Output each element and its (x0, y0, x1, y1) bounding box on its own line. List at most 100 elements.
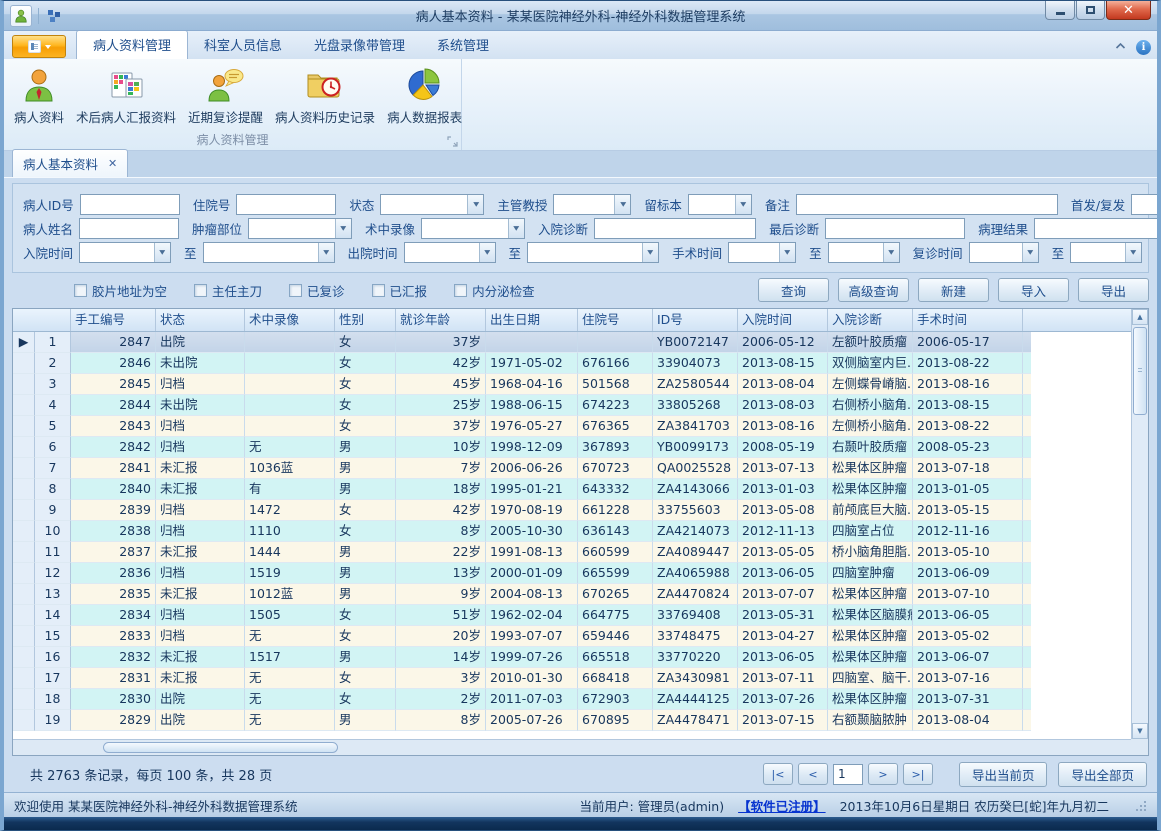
license-registered-link[interactable]: 【软件已注册】 (738, 796, 826, 815)
column-header-住院号[interactable]: 住院号 (578, 309, 653, 331)
table-row[interactable]: 162832未汇报1517男14岁1999-07-266655183377022… (13, 647, 1131, 668)
table-row[interactable]: 152833归档无女20岁1993-07-0765944633748475201… (13, 626, 1131, 647)
scroll-up-icon[interactable]: ▲ (1132, 309, 1148, 325)
dropdown-arrow-icon[interactable] (1125, 243, 1141, 262)
first-page-button[interactable]: |< (763, 763, 793, 785)
dropdown-arrow-icon[interactable] (154, 243, 170, 262)
dropdown-arrow-icon[interactable] (508, 219, 524, 238)
table-row[interactable]: 22846未出院女42岁1971-05-02676166339040732013… (13, 353, 1131, 374)
scroll-down-icon[interactable]: ▼ (1132, 723, 1148, 739)
action-button-查询[interactable]: 查询 (758, 278, 829, 302)
dropdown-arrow-icon[interactable] (1022, 243, 1038, 262)
combo-box[interactable] (248, 218, 352, 239)
combo-box[interactable] (421, 218, 525, 239)
horizontal-scrollbar[interactable] (13, 739, 1131, 755)
checkbox-主任主刀[interactable]: 主任主刀 (194, 281, 262, 300)
resize-grip[interactable] (1133, 798, 1147, 812)
column-header-性别[interactable]: 性别 (335, 309, 396, 331)
text-input[interactable] (80, 194, 180, 215)
dropdown-arrow-icon[interactable] (479, 243, 495, 262)
combo-box[interactable] (203, 242, 335, 263)
checkbox[interactable] (194, 284, 207, 297)
column-header-出生日期[interactable]: 出生日期 (486, 309, 578, 331)
page-number-input[interactable] (833, 764, 863, 785)
last-page-button[interactable]: >| (903, 763, 933, 785)
dropdown-arrow-icon[interactable] (883, 243, 899, 262)
text-input[interactable] (79, 218, 179, 239)
column-header-就诊年龄[interactable]: 就诊年龄 (396, 309, 486, 331)
vertical-scroll-thumb[interactable] (1133, 327, 1147, 415)
table-row[interactable]: 172831未汇报无女3岁2010-01-30668418ZA343098120… (13, 668, 1131, 689)
dropdown-arrow-icon[interactable] (614, 195, 630, 214)
action-button-新建[interactable]: 新建 (918, 278, 989, 302)
table-row[interactable]: 92839归档1472女42岁1970-08-19661228337556032… (13, 500, 1131, 521)
text-input[interactable] (236, 194, 336, 215)
ribbon-tab-系统管理[interactable]: 系统管理 (421, 31, 505, 59)
table-row[interactable]: 142834归档1505女51岁1962-02-0466477533769408… (13, 605, 1131, 626)
table-row[interactable]: 62842归档无男10岁1998-12-09367893YB0099173200… (13, 437, 1131, 458)
table-row[interactable]: 32845归档女45岁1968-04-16501568ZA25805442013… (13, 374, 1131, 395)
combo-box[interactable] (527, 242, 659, 263)
combo-box[interactable] (1070, 242, 1142, 263)
export-all-pages-button[interactable]: 导出全部页 (1058, 762, 1147, 787)
combo-box[interactable] (1131, 194, 1157, 215)
checkbox[interactable] (372, 284, 385, 297)
text-input[interactable] (796, 194, 1058, 215)
ribbon-button-近期复诊提醒[interactable]: 近期复诊提醒 (182, 61, 269, 131)
table-row[interactable]: 122836归档1519男13岁2000-01-09665599ZA406598… (13, 563, 1131, 584)
action-button-高级查询[interactable]: 高级查询 (838, 278, 909, 302)
combo-box[interactable] (553, 194, 631, 215)
table-row[interactable]: 102838归档1110女8岁2005-10-30636143ZA4214073… (13, 521, 1131, 542)
combo-box[interactable] (728, 242, 796, 263)
ribbon-button-病人资料历史记录[interactable]: 病人资料历史记录 (269, 61, 381, 131)
info-icon[interactable]: i (1136, 40, 1151, 55)
app-logo-icon[interactable] (10, 5, 32, 27)
column-header-手术时间[interactable]: 手术时间 (913, 309, 1023, 331)
quick-access-icon[interactable] (45, 7, 63, 25)
dialog-launcher-icon[interactable] (447, 136, 458, 147)
dropdown-arrow-icon[interactable] (735, 195, 751, 214)
tab-close-icon[interactable]: ✕ (108, 157, 117, 170)
dropdown-arrow-icon[interactable] (318, 243, 334, 262)
vertical-scrollbar[interactable]: ▲ ▼ (1131, 309, 1148, 739)
horizontal-scroll-thumb[interactable] (103, 742, 338, 753)
dropdown-arrow-icon[interactable] (642, 243, 658, 262)
checkbox[interactable] (454, 284, 467, 297)
combo-box[interactable] (380, 194, 484, 215)
checkbox-已汇报[interactable]: 已汇报 (372, 281, 428, 300)
ribbon-tab-科室人员信息[interactable]: 科室人员信息 (188, 31, 298, 59)
ribbon-tab-光盘录像带管理[interactable]: 光盘录像带管理 (298, 31, 421, 59)
table-row[interactable]: 52843归档女37岁1976-05-27676365ZA38417032013… (13, 416, 1131, 437)
ribbon-button-病人资料[interactable]: 病人资料 (8, 61, 70, 131)
document-tab-patient-basic-info[interactable]: 病人基本资料 ✕ (12, 149, 128, 177)
combo-box[interactable] (79, 242, 171, 263)
checkbox-已复诊[interactable]: 已复诊 (289, 281, 345, 300)
ribbon-button-病人数据报表[interactable]: 病人数据报表 (381, 61, 468, 131)
ribbon-button-术后病人汇报资料[interactable]: 术后病人汇报资料 (70, 61, 182, 131)
column-header-手工编号[interactable]: 手工编号 (71, 309, 156, 331)
dropdown-arrow-icon[interactable] (335, 219, 351, 238)
combo-box[interactable] (969, 242, 1039, 263)
table-row[interactable]: 42844未出院女25岁1988-06-15674223338052682013… (13, 395, 1131, 416)
checkbox[interactable] (74, 284, 87, 297)
table-row[interactable]: ▶12847出院女37岁YB00721472006-05-12左额叶胶质瘤200… (13, 332, 1131, 353)
column-header-术中录像[interactable]: 术中录像 (245, 309, 335, 331)
combo-box[interactable] (828, 242, 900, 263)
checkbox[interactable] (289, 284, 302, 297)
minimize-button[interactable] (1045, 1, 1075, 20)
checkbox-内分泌检查[interactable]: 内分泌检查 (454, 281, 535, 300)
action-button-导出[interactable]: 导出 (1078, 278, 1149, 302)
ribbon-tab-病人资料管理[interactable]: 病人资料管理 (76, 30, 188, 59)
app-menu-button[interactable] (12, 35, 66, 58)
table-row[interactable]: 192829出院无男8岁2005-07-26670895ZA4478471201… (13, 710, 1131, 731)
checkbox-胶片地址为空[interactable]: 胶片地址为空 (74, 281, 167, 300)
combo-box[interactable] (688, 194, 752, 215)
table-row[interactable]: 132835未汇报1012蓝男9岁2004-08-13670265ZA44708… (13, 584, 1131, 605)
table-row[interactable]: 72841未汇报1036蓝男7岁2006-06-26670723QA002552… (13, 458, 1131, 479)
text-input[interactable] (1034, 218, 1157, 239)
export-current-page-button[interactable]: 导出当前页 (959, 762, 1048, 787)
table-row[interactable]: 112837未汇报1444男22岁1991-08-13660599ZA40894… (13, 542, 1131, 563)
close-button[interactable]: ✕ (1106, 1, 1151, 20)
text-input[interactable] (594, 218, 756, 239)
dropdown-arrow-icon[interactable] (467, 195, 483, 214)
